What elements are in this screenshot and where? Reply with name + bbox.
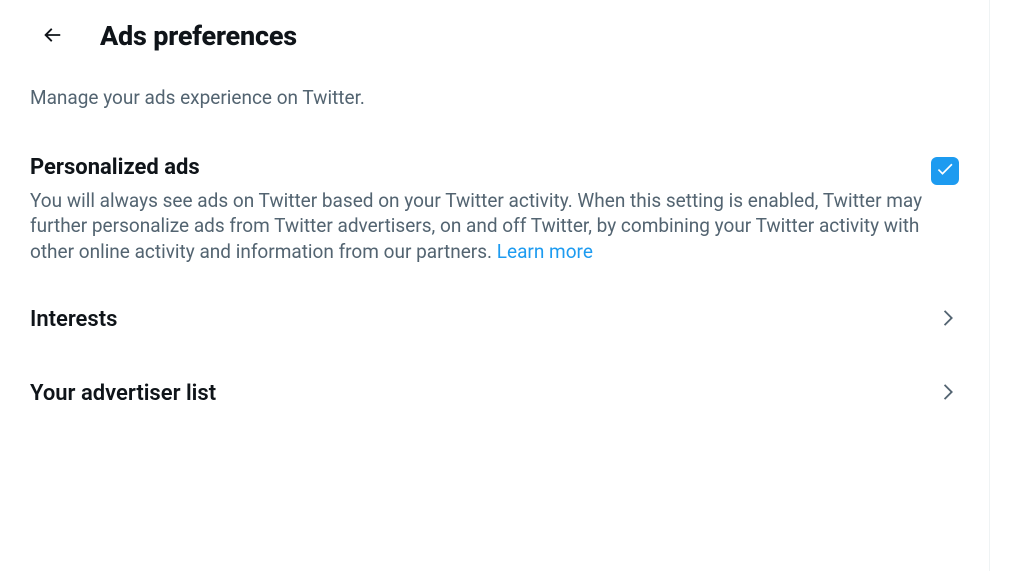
advertiser-list-nav-item[interactable]: Your advertiser list: [0, 357, 989, 431]
ads-preferences-page: Ads preferences Manage your ads experien…: [0, 0, 990, 571]
page-title: Ads preferences: [100, 20, 297, 52]
advertiser-list-label: Your advertiser list: [30, 381, 216, 406]
chevron-right-icon: [937, 381, 959, 407]
back-button[interactable]: [34, 18, 70, 54]
personalized-ads-row: Personalized ads: [30, 155, 959, 188]
page-description: Manage your ads experience on Twitter.: [0, 72, 989, 139]
personalized-ads-title: Personalized ads: [30, 155, 200, 180]
personalized-ads-description-text: You will always see ads on Twitter based…: [30, 189, 922, 263]
interests-label: Interests: [30, 307, 117, 332]
personalized-ads-description: You will always see ads on Twitter based…: [30, 188, 950, 265]
chevron-right-icon: [937, 307, 959, 333]
checkmark-icon: [935, 159, 955, 183]
personalized-ads-checkbox[interactable]: [931, 157, 959, 185]
page-header: Ads preferences: [0, 0, 989, 72]
interests-nav-item[interactable]: Interests: [0, 283, 989, 357]
learn-more-link[interactable]: Learn more: [497, 240, 593, 263]
arrow-left-icon: [41, 24, 63, 49]
personalized-ads-section: Personalized ads You will always see ads…: [0, 139, 989, 283]
